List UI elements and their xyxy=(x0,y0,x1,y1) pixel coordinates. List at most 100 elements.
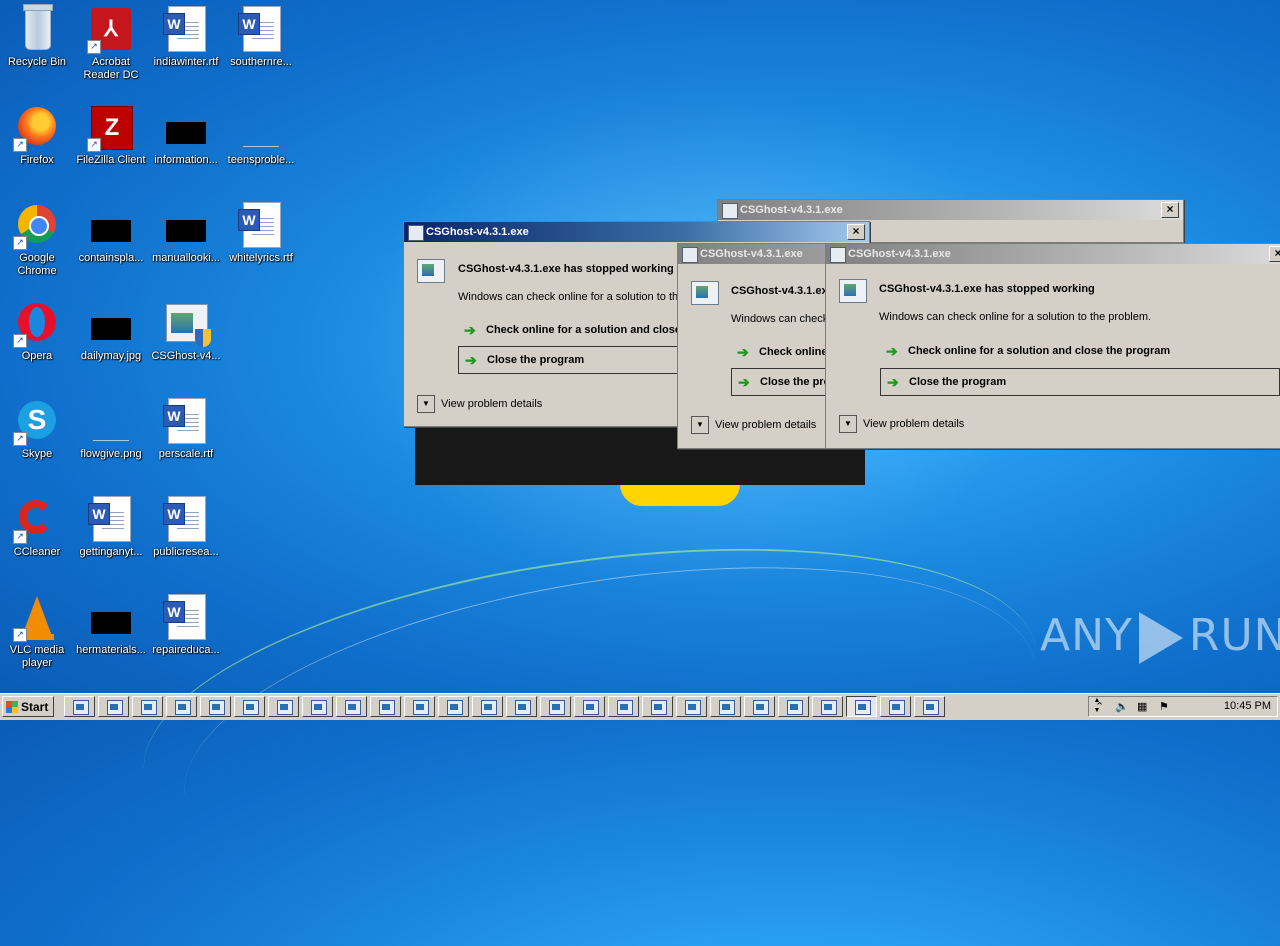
close-icon[interactable]: × xyxy=(847,224,865,240)
desktop-icon-information[interactable]: information... xyxy=(149,104,223,167)
taskbar-window-button[interactable] xyxy=(370,696,401,717)
desktop-icon-label: southernre... xyxy=(230,56,292,68)
clock[interactable]: 10:45 PM xyxy=(1224,700,1271,712)
error-message: Windows can check online for a solution … xyxy=(879,311,1152,323)
desktop-icon-teensproble[interactable]: teensproble... xyxy=(224,104,298,167)
word-document-icon: W xyxy=(163,496,206,542)
app-title-icon xyxy=(830,247,846,263)
shortcut-arrow-icon: ↗ xyxy=(13,236,27,250)
taskbar-window-button[interactable] xyxy=(404,696,435,717)
taskbar-window-button[interactable] xyxy=(540,696,571,717)
desktop-icon-label: Opera xyxy=(21,350,53,362)
taskbar-window-button[interactable] xyxy=(98,696,129,717)
taskbar-window-button[interactable] xyxy=(710,696,741,717)
desktop-icon-recycle-bin[interactable]: Recycle Bin xyxy=(0,4,74,69)
desktop-icon-repaireduca[interactable]: W repaireduca... xyxy=(149,594,223,657)
desktop-icon-vlc[interactable]: ↗ VLC media player xyxy=(0,594,74,670)
desktop-icon-manuallooki[interactable]: manuallooki... xyxy=(149,202,223,265)
taskbar-window-button[interactable] xyxy=(166,696,197,717)
windows-logo-icon xyxy=(6,701,18,713)
details-label: View problem details xyxy=(715,419,817,431)
close-program-option[interactable]: ➔ Close the program xyxy=(880,368,1280,396)
desktop-icon-whitelyrics[interactable]: W whitelyrics.rtf xyxy=(224,202,298,265)
desktop-icon-gettinganyt[interactable]: W gettinganyt... xyxy=(74,496,148,559)
taskbar-window-button[interactable] xyxy=(302,696,333,717)
taskbar-window-button[interactable] xyxy=(880,696,911,717)
taskbar-window-button[interactable] xyxy=(200,696,231,717)
desktop-icon-dailymay[interactable]: dailymay.jpg xyxy=(74,300,148,363)
desktop-icon-ccleaner[interactable]: ↗ CCleaner xyxy=(0,496,74,559)
desktop-icon-acrobat-reader[interactable]: ⅄ ↗ Acrobat Reader DC xyxy=(74,6,148,82)
app-window-icon xyxy=(481,700,497,715)
taskbar-window-button[interactable] xyxy=(914,696,945,717)
desktop-icon-chrome[interactable]: ↗ Google Chrome xyxy=(0,202,74,278)
desktop-icon-flowgive[interactable]: flowgive.png xyxy=(74,398,148,461)
taskbar-window-button[interactable] xyxy=(132,696,163,717)
taskbar-window-button[interactable] xyxy=(574,696,605,717)
recycle-bin-icon xyxy=(23,4,53,50)
desktop-icon-indiawinter[interactable]: W indiawinter.rtf xyxy=(149,6,223,69)
watermark-text: RUN xyxy=(1188,610,1280,661)
close-icon[interactable]: × xyxy=(1161,202,1179,218)
taskbar-window-button[interactable] xyxy=(506,696,537,717)
check-online-option[interactable]: ➔ Check online for a solution and close … xyxy=(880,338,1170,364)
taskbar-window-button[interactable] xyxy=(812,696,843,717)
view-problem-details[interactable]: ▼ View problem details xyxy=(417,395,542,413)
anyrun-watermark: ANY RUN xyxy=(1040,610,1280,664)
dialog-title-bar[interactable]: CSGhost-v4.3.1.exe × xyxy=(404,222,869,242)
desktop-icon-label: Firefox xyxy=(20,154,54,166)
taskbar: Start ▲ ▼ ⌃ 🔈 ▦ ⚑ 10:45 PM xyxy=(0,693,1280,720)
app-window-icon xyxy=(141,700,157,715)
view-problem-details[interactable]: ▼ View problem details xyxy=(691,416,816,434)
option-label: Close the program xyxy=(487,354,585,366)
action-center-flag-icon[interactable]: ⚑ xyxy=(1159,700,1169,713)
app-window-icon xyxy=(175,700,191,715)
taskbar-window-button[interactable] xyxy=(778,696,809,717)
taskbar-window-button[interactable] xyxy=(676,696,707,717)
chevron-down-icon[interactable]: ▼ xyxy=(417,395,435,413)
app-window-icon xyxy=(345,700,361,715)
desktop-icon-skype[interactable]: S ↗ Skype xyxy=(0,398,74,461)
green-arrow-icon: ➔ xyxy=(464,322,476,338)
app-window-icon xyxy=(447,700,463,715)
chevron-down-icon[interactable]: ▼ xyxy=(839,415,857,433)
show-hidden-icons-icon[interactable]: ⌃ xyxy=(1095,700,1104,713)
desktop-icon-publicresea[interactable]: W publicresea... xyxy=(149,496,223,559)
close-icon[interactable]: × xyxy=(1269,246,1280,262)
word-document-icon: W xyxy=(163,398,206,444)
shortcut-arrow-icon: ↗ xyxy=(87,138,101,152)
desktop-icon-southernre[interactable]: W southernre... xyxy=(224,6,298,69)
chevron-down-icon[interactable]: ▼ xyxy=(691,416,709,434)
start-button[interactable]: Start xyxy=(2,696,54,717)
taskbar-window-button[interactable] xyxy=(744,696,775,717)
desktop-icon-firefox[interactable]: ↗ Firefox xyxy=(0,104,74,167)
desktop-icon-csghost[interactable]: CSGhost-v4... xyxy=(149,300,223,363)
csghost-executable-icon xyxy=(166,304,211,347)
desktop-icon-opera[interactable]: ↗ Opera xyxy=(0,300,74,363)
view-problem-details[interactable]: ▼ View problem details xyxy=(839,415,964,433)
volume-icon[interactable]: 🔈 xyxy=(1115,700,1129,713)
dialog-title-bar[interactable]: CSGhost-v4.3.1.exe × xyxy=(718,200,1183,220)
taskbar-window-button[interactable] xyxy=(268,696,299,717)
taskbar-window-button[interactable] xyxy=(472,696,503,717)
desktop-icon-hermaterials[interactable]: hermaterials... xyxy=(74,594,148,657)
dialog-title: CSGhost-v4.3.1.exe xyxy=(740,204,843,216)
error-heading: CSGhost-v4.3.1.exe has stopped working xyxy=(458,263,674,275)
dialog-title: CSGhost-v4.3.1.exe xyxy=(426,226,529,238)
taskbar-window-button[interactable] xyxy=(64,696,95,717)
desktop-icon-filezilla[interactable]: Z ↗ FileZilla Client xyxy=(74,104,148,167)
green-arrow-icon: ➔ xyxy=(737,344,749,360)
taskbar-window-button[interactable] xyxy=(642,696,673,717)
taskbar-window-button[interactable] xyxy=(608,696,639,717)
desktop-icon-perscale[interactable]: W perscale.rtf xyxy=(149,398,223,461)
dialog-title-bar[interactable]: CSGhost-v4.3.1.exe × xyxy=(826,244,1280,264)
error-dialog-front[interactable]: CSGhost-v4.3.1.exe × CSGhost-v4.3.1.exe … xyxy=(825,243,1280,449)
taskbar-window-button[interactable] xyxy=(438,696,469,717)
taskbar-window-button[interactable] xyxy=(234,696,265,717)
desktop-icon-containspla[interactable]: containspla... xyxy=(74,202,148,265)
taskbar-window-button[interactable] xyxy=(846,696,877,717)
network-icon[interactable]: ▦ xyxy=(1137,700,1147,713)
app-window-icon xyxy=(685,700,701,715)
app-window-icon xyxy=(515,700,531,715)
taskbar-window-button[interactable] xyxy=(336,696,367,717)
